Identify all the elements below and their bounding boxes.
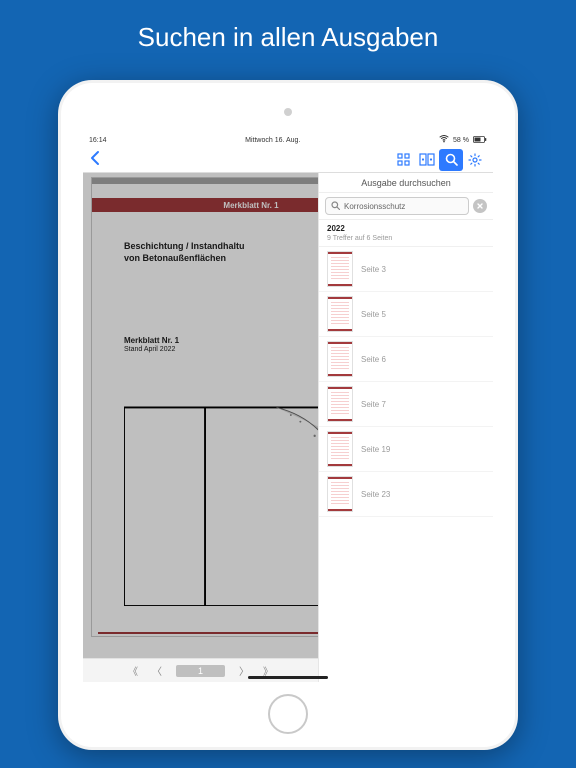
doc-top-stripe (92, 178, 318, 184)
result-row[interactable]: Seite 6 (319, 337, 493, 382)
search-input-icon (331, 201, 340, 212)
toolbar (83, 147, 493, 173)
result-label: Seite 3 (361, 265, 386, 274)
doc-title-line1: Beschichtung / Instandhaltu (124, 241, 245, 251)
grid-view-icon[interactable] (391, 149, 415, 171)
result-thumb (327, 251, 353, 287)
result-thumb (327, 341, 353, 377)
result-thumb (327, 296, 353, 332)
result-label: Seite 19 (361, 445, 390, 454)
wifi-icon (439, 135, 449, 145)
doc-title-line2: von Betonaußenflächen (124, 253, 226, 263)
result-thumb (327, 431, 353, 467)
doc-red-banner: Merkblatt Nr. 1 (92, 198, 318, 212)
tablet-frame: 16:14 Mittwoch 16. Aug. 58 % (58, 80, 518, 750)
content-area: Merkblatt Nr. 1 Beschichtung / Instandha… (83, 173, 493, 682)
clear-search-button[interactable] (473, 199, 487, 213)
back-button[interactable] (89, 150, 101, 170)
doc-mid-title: Merkblatt Nr. 1 (124, 336, 318, 345)
result-row[interactable]: Seite 5 (319, 292, 493, 337)
results-year: 2022 (319, 220, 493, 235)
toolbar-actions (391, 149, 487, 171)
search-input-row: Korrosionsschutz (319, 193, 493, 220)
document-body[interactable]: Merkblatt Nr. 1 Beschichtung / Instandha… (83, 173, 318, 658)
pages-view-icon[interactable] (415, 149, 439, 171)
pager-page[interactable]: 1 (176, 665, 225, 677)
home-indicator (248, 676, 328, 679)
search-icon[interactable] (439, 149, 463, 171)
result-thumb (327, 476, 353, 512)
document-pane: Merkblatt Nr. 1 Beschichtung / Instandha… (83, 173, 318, 682)
tablet-bezel: 16:14 Mittwoch 16. Aug. 58 % (61, 83, 515, 747)
search-input[interactable]: Korrosionsschutz (325, 197, 469, 215)
search-input-value: Korrosionsschutz (344, 202, 405, 211)
document-page: Merkblatt Nr. 1 Beschichtung / Instandha… (91, 177, 318, 637)
camera-dot (284, 108, 292, 116)
status-time: 16:14 (89, 137, 107, 144)
doc-figure (124, 398, 318, 606)
status-date: Mittwoch 16. Aug. (245, 137, 300, 144)
status-bar: 16:14 Mittwoch 16. Aug. 58 % (83, 133, 493, 147)
battery-icon (473, 136, 487, 145)
result-row[interactable]: Seite 3 (319, 247, 493, 292)
doc-title: Beschichtung / Instandhaltu von Betonauß… (124, 240, 318, 264)
results-count: 9 Treffer auf 6 Seiten (319, 235, 493, 247)
result-row[interactable]: Seite 7 (319, 382, 493, 427)
result-label: Seite 7 (361, 400, 386, 409)
doc-subtitle: Stand April 2022 (124, 346, 318, 353)
status-right: 58 % (439, 135, 487, 145)
pager-prev[interactable]: 〈 (152, 663, 162, 678)
result-label: Seite 6 (361, 355, 386, 364)
result-label: Seite 5 (361, 310, 386, 319)
screen: 16:14 Mittwoch 16. Aug. 58 % (83, 133, 493, 682)
result-thumb (327, 386, 353, 422)
result-row[interactable]: Seite 23 (319, 472, 493, 517)
battery-text: 58 % (453, 137, 469, 144)
doc-bottom-stripe (98, 632, 318, 634)
search-panel: Ausgabe durchsuchen Korrosionsschutz 202 (318, 173, 493, 682)
search-panel-header: Ausgabe durchsuchen (319, 173, 493, 193)
pager-first[interactable]: 《 (128, 663, 138, 678)
gear-icon[interactable] (463, 149, 487, 171)
result-label: Seite 23 (361, 490, 390, 499)
promo-headline: Suchen in allen Ausgaben (0, 0, 576, 71)
result-row[interactable]: Seite 19 (319, 427, 493, 472)
results-list: Seite 3 Seite 5 Seite 6 Seite 7 Seite 19… (319, 247, 493, 682)
home-button[interactable] (268, 694, 308, 734)
